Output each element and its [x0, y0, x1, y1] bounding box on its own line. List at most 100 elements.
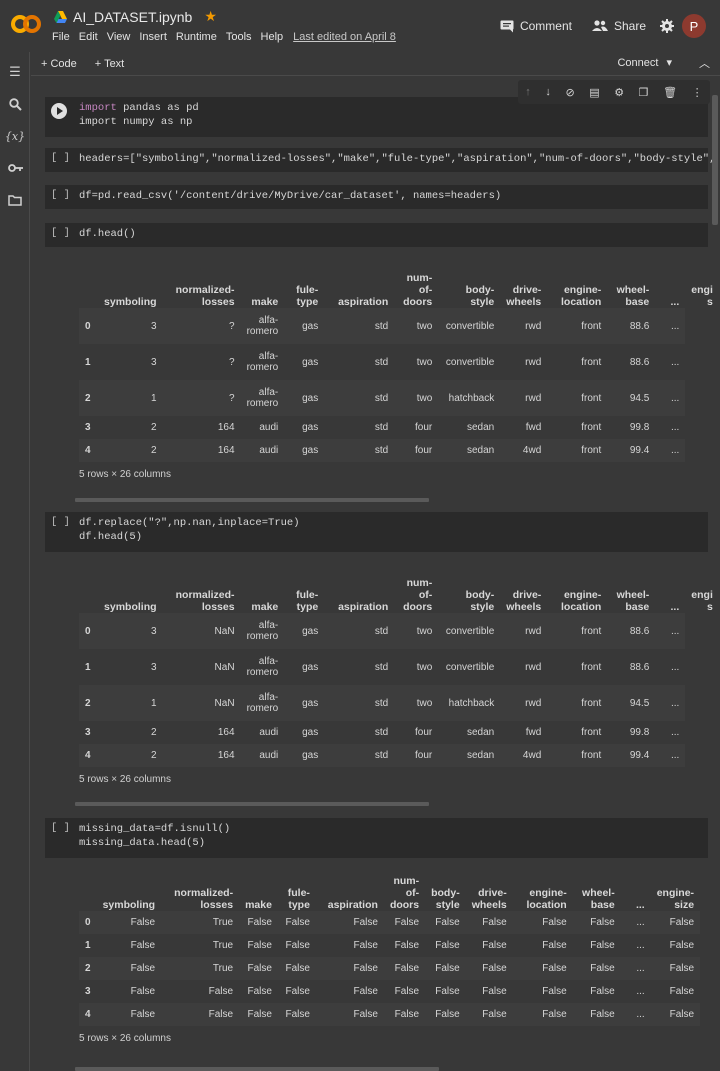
- connect-button[interactable]: Connect ▾: [617, 56, 672, 70]
- gear-icon[interactable]: [660, 19, 674, 33]
- table-cell: front: [547, 685, 608, 721]
- table-cell: ?: [162, 344, 241, 380]
- comment-button[interactable]: Comment: [494, 19, 578, 33]
- table-cell: gas: [284, 744, 325, 767]
- table-cell: ?: [162, 308, 241, 344]
- table-cell: four: [394, 416, 439, 439]
- comment-cell-icon[interactable]: ▤: [589, 86, 599, 99]
- code-cell[interactable]: [ ] df.head(): [45, 223, 708, 247]
- cell-code[interactable]: headers=["symboling","normalized-losses"…: [79, 152, 715, 166]
- variables-icon[interactable]: {x}: [5, 128, 25, 144]
- table-cell: ...: [655, 344, 686, 380]
- link-icon[interactable]: ⊘: [565, 86, 574, 99]
- cell-code[interactable]: missing_data=df.isnull() missing_data.he…: [79, 822, 230, 850]
- menu-tools[interactable]: Tools: [226, 31, 252, 43]
- cell-run-indicator[interactable]: [ ]: [51, 822, 70, 834]
- table-cell: False: [383, 957, 426, 980]
- menu-view[interactable]: View: [107, 31, 131, 43]
- horizontal-scrollbar[interactable]: [75, 802, 429, 806]
- code-cell[interactable]: [ ] missing_data=df.isnull() missing_dat…: [45, 818, 708, 858]
- horizontal-scrollbar[interactable]: [75, 1067, 439, 1071]
- key-icon[interactable]: [7, 160, 23, 176]
- cell-code[interactable]: import pandas as pd import numpy as np: [79, 101, 199, 129]
- table-cell: False: [512, 957, 573, 980]
- last-edited-link[interactable]: Last edited on April 8: [293, 31, 396, 43]
- cell-run-indicator[interactable]: [ ]: [51, 227, 70, 239]
- menu-edit[interactable]: Edit: [79, 31, 98, 43]
- menu-file[interactable]: File: [52, 31, 70, 43]
- cell-run-indicator[interactable]: [ ]: [51, 152, 70, 164]
- table-cell: rwd: [500, 380, 548, 416]
- row-index: 0: [79, 911, 97, 934]
- table-cell: 99.4: [607, 439, 656, 462]
- column-header: make: [251, 601, 279, 613]
- table-cell: four: [394, 439, 439, 462]
- mirror-cell-icon[interactable]: ❐: [639, 86, 649, 99]
- menu-runtime[interactable]: Runtime: [176, 31, 217, 43]
- column-header: ...: [670, 601, 680, 613]
- code-cell[interactable]: [ ] df.replace("?",np.nan,inplace=True) …: [45, 512, 708, 552]
- table-row: 4 2 164 audi gas std four sedan 4wd front 99.4...: [79, 439, 719, 462]
- table-cell: True: [161, 911, 240, 934]
- run-cell-button[interactable]: [51, 103, 67, 119]
- table-cell: False: [277, 980, 316, 1003]
- column-header: symboling: [102, 899, 156, 911]
- table-cell: 4wd: [500, 744, 548, 767]
- table-cell: False: [277, 911, 316, 934]
- colab-logo-icon[interactable]: [10, 12, 42, 36]
- table-cell: False: [315, 957, 384, 980]
- table-cell: False: [650, 1003, 701, 1026]
- comment-icon: [500, 20, 514, 32]
- table-cell: False: [383, 1003, 426, 1026]
- add-code-button[interactable]: + Code: [41, 58, 77, 70]
- table-cell: audi: [240, 721, 285, 744]
- column-header: ...: [670, 296, 680, 308]
- horizontal-scrollbar[interactable]: [75, 498, 429, 502]
- cell-run-indicator[interactable]: [ ]: [51, 516, 70, 528]
- cell-run-indicator[interactable]: [ ]: [51, 189, 70, 201]
- connect-label: Connect: [617, 56, 659, 69]
- cell-settings-icon[interactable]: ⚙: [614, 86, 624, 99]
- code-cell[interactable]: [ ] df=pd.read_csv('/content/drive/MyDri…: [45, 185, 708, 209]
- table-cell: False: [315, 934, 384, 957]
- table-cell: std: [324, 721, 395, 744]
- menu-insert[interactable]: Insert: [139, 31, 167, 43]
- more-options-icon[interactable]: ⋮: [692, 86, 703, 99]
- table-cell: ...: [655, 721, 686, 744]
- table-row: 4 2 164 audi gas std four sedan 4wd front 99.4...: [79, 744, 719, 767]
- notebook-title[interactable]: AI_DATASET.ipynb: [73, 9, 192, 25]
- cell-code[interactable]: df.replace("?",np.nan,inplace=True) df.h…: [79, 516, 300, 544]
- cell-code[interactable]: df.head(): [79, 227, 136, 241]
- avatar[interactable]: P: [682, 14, 706, 38]
- table-cell: False: [650, 934, 701, 957]
- folder-icon[interactable]: [7, 192, 23, 208]
- move-up-icon[interactable]: ↑: [525, 86, 531, 98]
- search-icon[interactable]: [7, 96, 23, 112]
- column-header: aspiration: [338, 601, 389, 613]
- table-cell: alfa-romero: [240, 308, 285, 344]
- row-index: 3: [79, 721, 97, 744]
- table-cell: False: [650, 957, 701, 980]
- star-icon[interactable]: ★: [204, 8, 217, 25]
- table-cell: ...: [620, 911, 651, 934]
- menu-help[interactable]: Help: [261, 31, 284, 43]
- table-cell: False: [239, 934, 278, 957]
- column-header: drive-wheels: [471, 887, 507, 911]
- table-cell: False: [96, 911, 162, 934]
- vertical-scrollbar[interactable]: [712, 95, 718, 225]
- column-header: fule-type: [296, 589, 319, 613]
- add-text-button[interactable]: + Text: [95, 58, 124, 70]
- rows-info: 5 rows × 26 columns: [79, 469, 171, 480]
- table-cell: ...: [620, 980, 651, 1003]
- row-index: 4: [79, 1003, 97, 1026]
- column-header: normalized-losses: [174, 887, 234, 911]
- code-cell[interactable]: [ ] headers=["symboling","normalized-los…: [45, 148, 715, 172]
- table-cell: 164: [162, 721, 241, 744]
- move-down-icon[interactable]: ↓: [545, 86, 551, 98]
- cell-code[interactable]: df=pd.read_csv('/content/drive/MyDrive/c…: [79, 189, 501, 203]
- chevron-up-icon[interactable]: ︿: [699, 55, 710, 71]
- table-of-contents-icon[interactable]: ☰: [7, 64, 23, 80]
- delete-icon[interactable]: 🗑: [663, 86, 677, 99]
- share-button[interactable]: Share: [586, 19, 652, 33]
- chevron-down-icon[interactable]: ▾: [666, 56, 672, 69]
